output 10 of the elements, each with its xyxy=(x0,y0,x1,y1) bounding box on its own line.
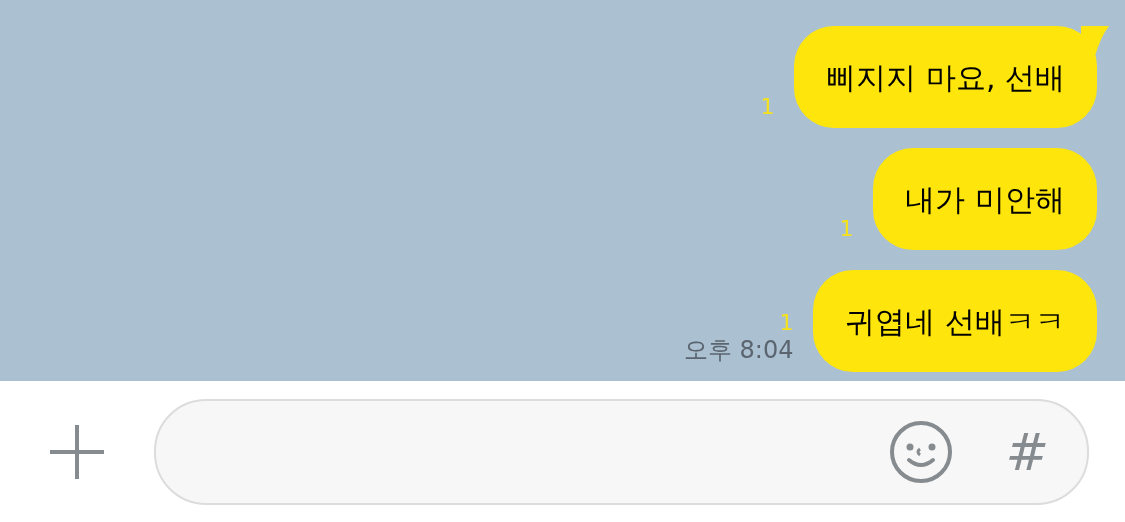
unread-count: 1 xyxy=(839,216,854,242)
unread-count: 1 xyxy=(760,94,775,120)
bubble-tail-icon xyxy=(1081,26,1109,56)
message-input-field[interactable]: # xyxy=(154,398,1089,505)
emoji-icon[interactable] xyxy=(889,419,954,484)
message-bubble: 귀엽네 선배ㅋㅋ xyxy=(813,270,1097,372)
message-bubble: 내가 미안해 xyxy=(873,148,1097,250)
message-time: 오후 8:04 xyxy=(683,336,794,364)
hashtag-button[interactable]: # xyxy=(1005,425,1049,478)
unread-count: 1 xyxy=(779,310,794,336)
